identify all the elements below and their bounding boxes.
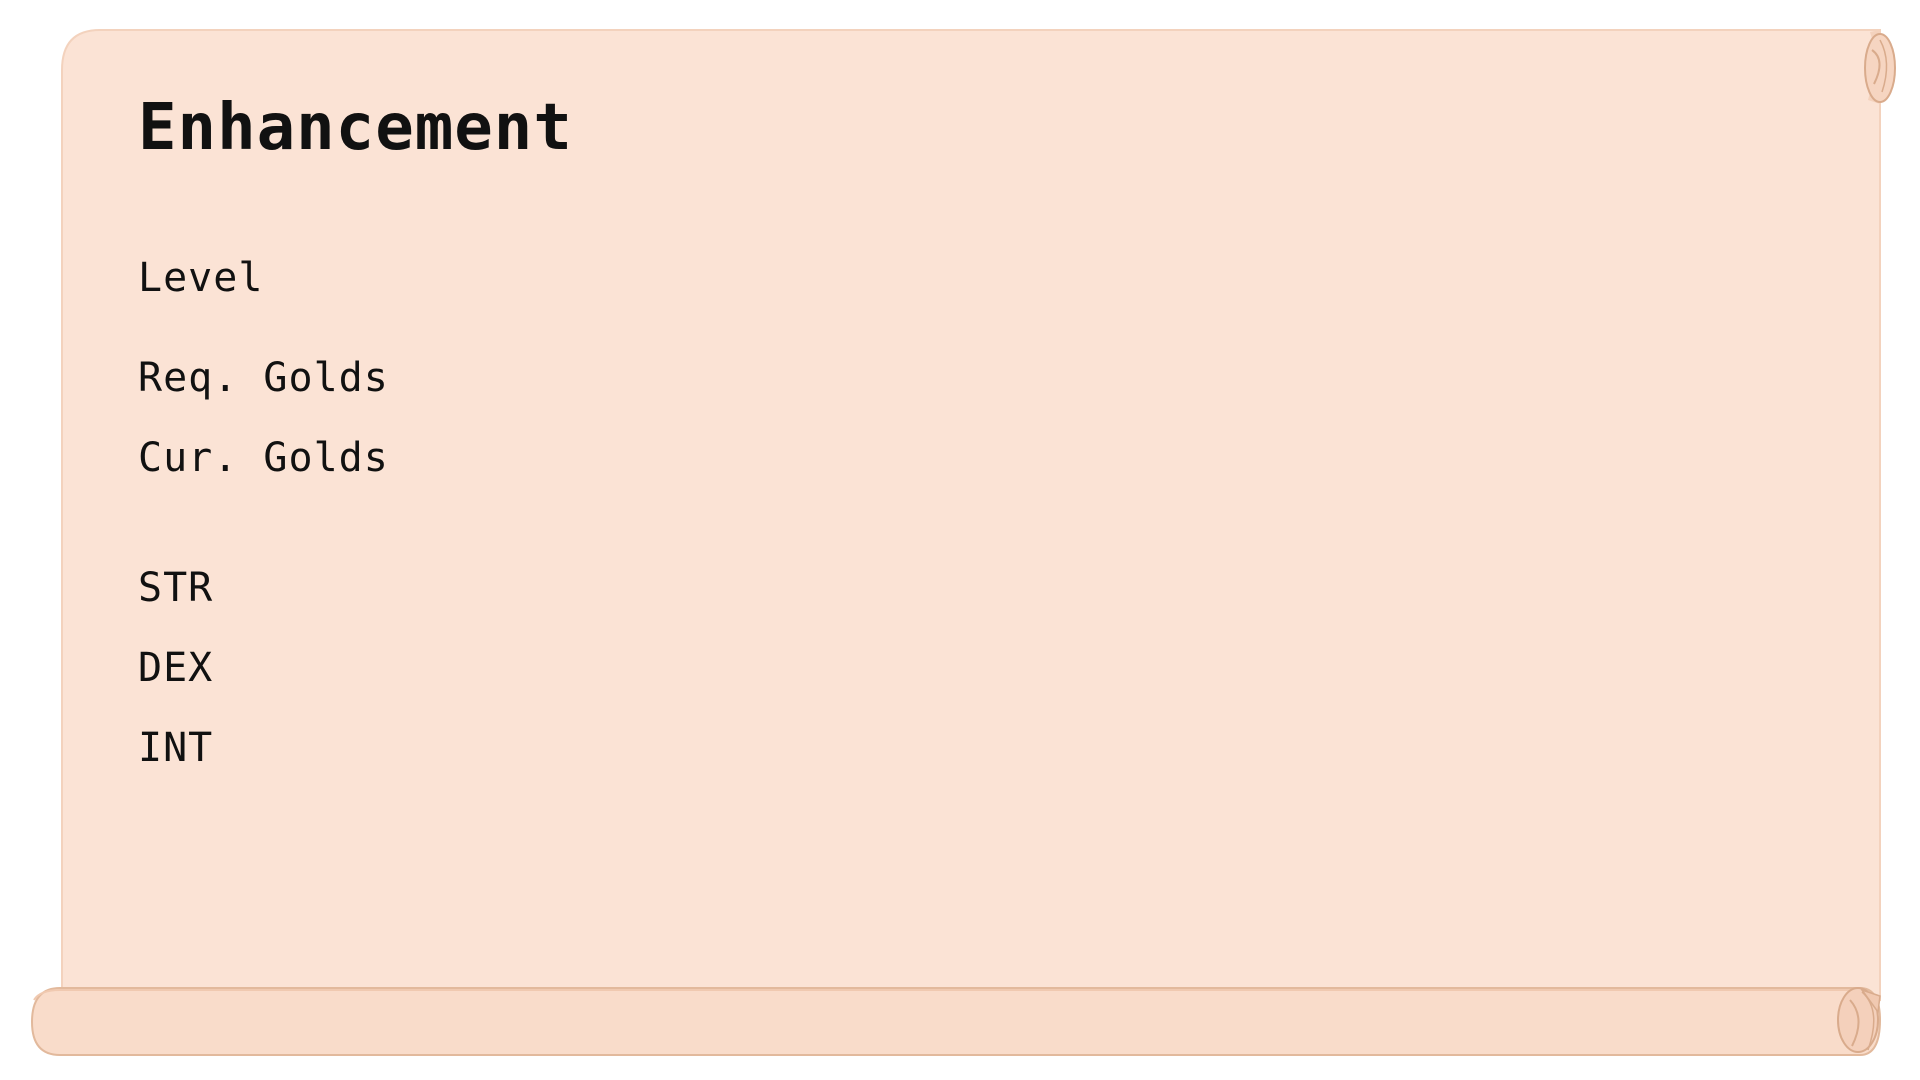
enhancement-panel: Enhancement Level Req. Golds Cur. Golds … xyxy=(0,0,1920,1080)
level-label: Level xyxy=(138,255,264,301)
panel-title: Enhancement xyxy=(138,91,573,165)
cur-golds-label: Cur. Golds xyxy=(138,435,389,481)
str-label: STR xyxy=(138,565,214,611)
req-golds-label: Req. Golds xyxy=(138,355,389,401)
dex-label: DEX xyxy=(138,645,214,691)
int-label: INT xyxy=(138,725,214,771)
